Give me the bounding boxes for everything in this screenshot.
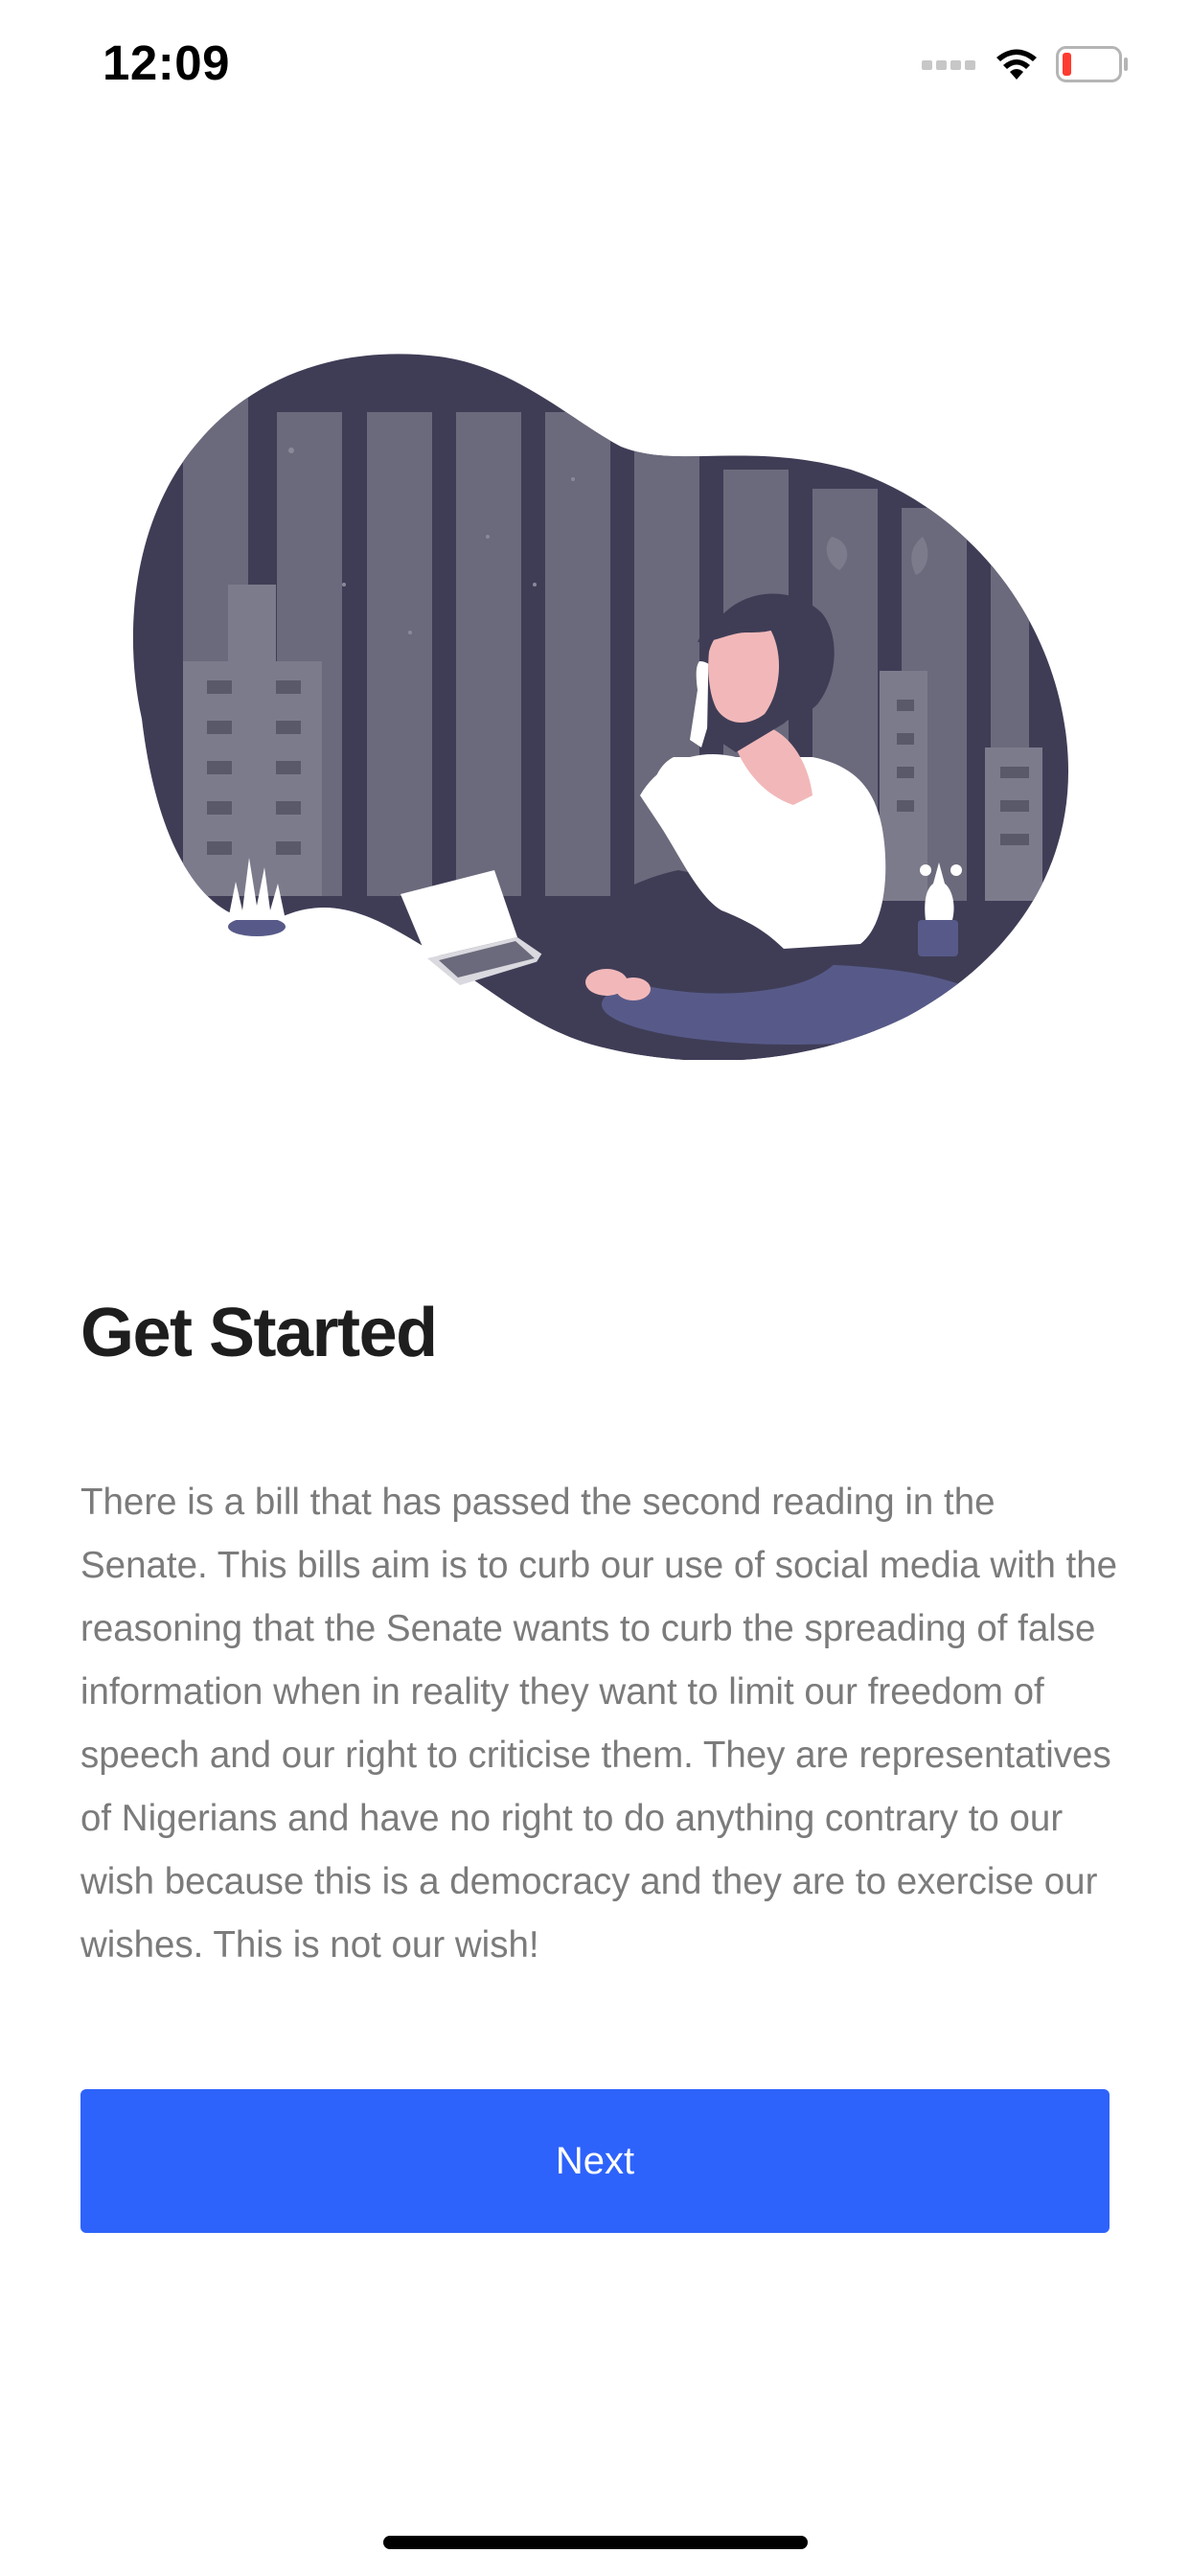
home-indicator[interactable]	[383, 2536, 808, 2549]
status-time: 12:09	[103, 35, 230, 90]
page-title: Get Started	[80, 1295, 438, 1371]
description-text: There is a bill that has passed the seco…	[80, 1482, 1118, 1966]
woman-on-phone-illustration	[132, 354, 1069, 1060]
battery-low-icon	[1056, 46, 1128, 82]
cellular-signal-icon	[922, 60, 975, 70]
status-icons	[922, 42, 1129, 86]
wifi-icon	[996, 49, 1037, 80]
next-button[interactable]: Next	[80, 2089, 1110, 2233]
status-bar: 12:09	[0, 0, 1190, 128]
